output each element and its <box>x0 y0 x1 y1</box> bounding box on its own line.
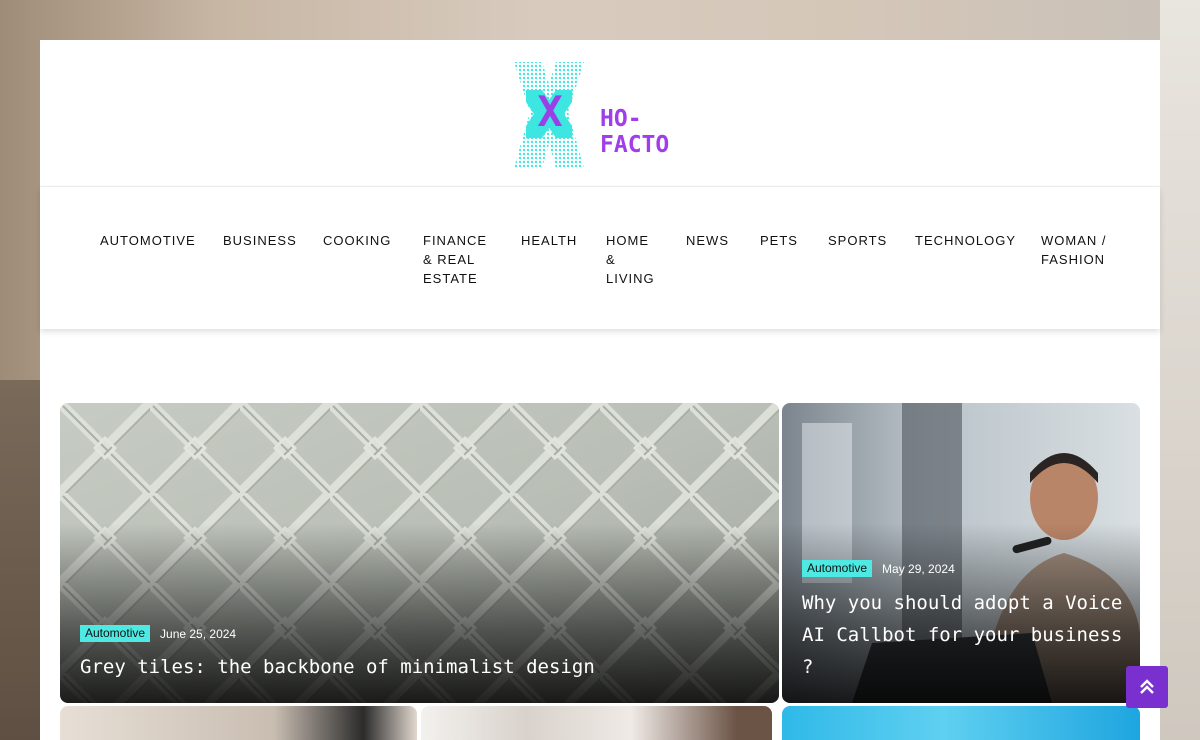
featured-card-tiles[interactable]: Automotive June 25, 2024 Grey tiles: the… <box>60 403 779 703</box>
nav-item-finance-real-estate[interactable]: FINANCE & REAL ESTATE <box>423 231 489 288</box>
card-meta: Automotive June 25, 2024 <box>80 625 236 642</box>
nav-item-home-living[interactable]: HOME & LIVING <box>606 231 658 288</box>
category-badge[interactable]: Automotive <box>802 560 873 577</box>
nav-item-automotive[interactable]: AUTOMOTIVE <box>100 231 196 250</box>
nav-item-woman-fashion[interactable]: WOMAN / FASHION <box>1041 231 1107 269</box>
featured-card-voice-ai[interactable]: Automotive May 29, 2024 Why you should a… <box>782 403 1140 703</box>
nav-item-news[interactable]: NEWS <box>686 231 729 250</box>
category-badge[interactable]: Automotive <box>80 625 151 642</box>
logo-letter: X <box>537 86 563 136</box>
site-name: HO-FACTO <box>600 106 670 158</box>
double-chevron-up-icon <box>1140 679 1154 694</box>
nav-item-health[interactable]: HEALTH <box>521 231 577 250</box>
post-date: June 25, 2024 <box>160 626 237 641</box>
background-window <box>1160 0 1200 740</box>
nav-item-business[interactable]: BUSINESS <box>223 231 297 250</box>
preview-card-2[interactable] <box>421 706 772 740</box>
background-shelf <box>0 380 40 740</box>
nav-item-cooking[interactable]: COOKING <box>323 231 391 250</box>
post-date: May 29, 2024 <box>882 561 955 576</box>
nav-item-pets[interactable]: PETS <box>760 231 798 250</box>
nav-item-sports[interactable]: SPORTS <box>828 231 887 250</box>
nav-item-technology[interactable]: TECHNOLOGY <box>915 231 1016 250</box>
card-title[interactable]: Grey tiles: the backbone of minimalist d… <box>80 651 760 683</box>
page-container: X HO-FACTO AUTOMOTIVE BUSINESS COOKING F… <box>40 40 1160 740</box>
scroll-to-top-button[interactable] <box>1126 666 1168 708</box>
card-meta: Automotive May 29, 2024 <box>802 560 955 577</box>
site-logo[interactable]: X HO-FACTO <box>500 52 700 180</box>
card-title[interactable]: Why you should adopt a Voice AI Callbot … <box>802 587 1128 683</box>
preview-card-1[interactable] <box>60 706 417 740</box>
preview-card-3[interactable] <box>782 706 1140 740</box>
main-navigation: AUTOMOTIVE BUSINESS COOKING FINANCE & RE… <box>40 187 1160 329</box>
